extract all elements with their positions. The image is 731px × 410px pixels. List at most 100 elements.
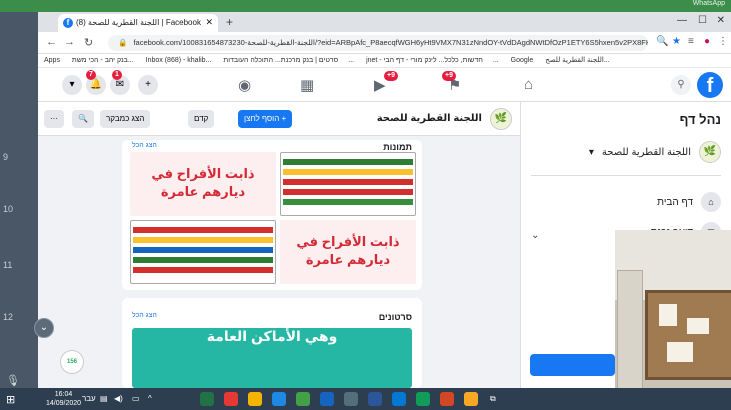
bookmark-item[interactable]: בנק יהב - הכי משת... (72, 57, 134, 64)
file-explorer-icon[interactable] (464, 392, 478, 406)
network-icon[interactable]: ▤ (100, 394, 108, 403)
powerpoint-icon[interactable] (440, 392, 454, 406)
camera-icon[interactable] (344, 392, 358, 406)
ruler-mark: 9 (3, 152, 9, 162)
page-selector[interactable]: 🌿 اللجنة القطرية للصحة ▾ (521, 141, 731, 163)
account-menu-button[interactable]: ▾ (62, 75, 82, 95)
language-indicator[interactable]: עבר (82, 394, 96, 403)
bookmark-star-icon[interactable]: ★ (672, 36, 681, 47)
chevron-down-icon[interactable]: ⌄ (531, 230, 539, 241)
forward-icon[interactable]: → (64, 36, 75, 48)
table-row (283, 159, 413, 165)
video-thumbnail[interactable]: وهي الأماكن العامة (132, 328, 412, 388)
photo-thumbnail[interactable]: ذابت الأفراح في ديارهم عامرة (130, 152, 276, 216)
close-tab-icon[interactable]: ✕ (205, 17, 213, 28)
photos-see-all-link[interactable]: הצג הכל (132, 142, 157, 149)
bookmarks-bar: Apps בנק יהב - הכי משת... Inbox (868) - … (38, 54, 731, 68)
add-button[interactable]: + הוסף לחצן (238, 110, 293, 128)
photos-card-title: תמונות (383, 142, 412, 152)
tab-bar: f (8) اللجنة القطرية للصحة | Facebook ✕ … (38, 12, 731, 32)
gaming-icon[interactable]: ◉ (238, 76, 251, 94)
tray-expand-icon[interactable]: ^ (148, 394, 152, 403)
video-caption: وهي الأماكن العامة (206, 328, 338, 344)
photo-caption-line: ديارهم عامرة (160, 184, 246, 199)
facebook-top-nav: ▾ 🔔 7 ✉ 1 + ◉ ▦ ▶ +9 ⚑ +9 ⌂ ⚲ f (38, 68, 731, 102)
table-row (133, 267, 273, 273)
app-icon[interactable] (224, 392, 238, 406)
app-icon[interactable] (320, 392, 334, 406)
word-icon[interactable] (368, 392, 382, 406)
webcam-overlay (615, 230, 731, 410)
mail-icon[interactable] (392, 392, 406, 406)
search-page-button[interactable]: 🔍 (72, 110, 94, 128)
photo-caption-line: ذابت الأفراح في (296, 234, 400, 249)
marketplace-icon[interactable]: ▦ (300, 76, 314, 94)
page-avatar: 🌿 (699, 141, 721, 163)
avatar[interactable]: 156 (60, 350, 84, 374)
url-field[interactable]: 🔒 facebook.com/100831654873230-اللجنة-ال… (108, 35, 648, 51)
create-button[interactable]: + (138, 75, 158, 95)
sidebar-item-label: דף הבית (657, 196, 693, 208)
close-window-icon[interactable]: ✕ (717, 15, 725, 26)
webcam-paper (659, 304, 677, 326)
photo-thumbnail[interactable]: ذابت الأفراح في ديارهم عامرة (280, 220, 416, 284)
microphone-icon[interactable]: 🎙 (6, 374, 20, 387)
webcam-paper (687, 318, 709, 334)
taskbar-clock[interactable]: 16:04 14/09/2020 (46, 390, 81, 408)
table-row (283, 179, 413, 185)
photos-card: תמונות הצג הכל ذابت الأفراح في ديارهم عا… (122, 140, 422, 290)
menu-dots-icon[interactable]: ⋮ (718, 36, 728, 47)
minimize-icon[interactable]: — (677, 15, 687, 26)
facebook-logo-icon[interactable]: f (697, 72, 723, 98)
ruler-mark: 12 (3, 312, 14, 322)
playlist-icon[interactable]: ≡ (688, 36, 694, 47)
bookmark-item[interactable]: اللجنة القطرية للصح... (545, 57, 609, 64)
zoom-icon[interactable]: 🔍 (656, 36, 668, 47)
bookmark-item[interactable]: Apps (44, 57, 60, 64)
home-icon[interactable]: ⌂ (524, 76, 533, 93)
home-icon: ⌂ (701, 192, 721, 212)
photo-thumbnail[interactable] (130, 220, 276, 284)
videos-see-all-link[interactable]: הצג הכל (132, 312, 157, 319)
search-icon[interactable]: ⚲ (671, 75, 691, 95)
excel-icon[interactable] (200, 392, 214, 406)
chrome-icon[interactable] (248, 392, 262, 406)
facebook-favicon-icon: f (63, 18, 73, 28)
sidebar-item-home[interactable]: ⌂ דף הבית (521, 192, 731, 212)
edge-icon[interactable] (416, 392, 430, 406)
page-title[interactable]: اللجنة القطرية للصحة (377, 113, 482, 124)
primary-action-button[interactable] (530, 354, 615, 376)
page-feed: תמונות הצג הכל ذابت الأفراح في ديارهم عا… (38, 136, 520, 388)
taskbar-date: 14/09/2020 (46, 400, 82, 407)
profile-icon[interactable]: ● (704, 36, 710, 47)
maximize-icon[interactable]: ☐ (698, 15, 707, 26)
divider (531, 175, 721, 176)
battery-icon[interactable]: ▭ (132, 394, 140, 403)
lock-icon: 🔒 (118, 38, 128, 47)
promote-button[interactable]: קדם (188, 110, 215, 128)
app-icon[interactable] (272, 392, 286, 406)
table-row (133, 237, 273, 243)
view-as-visitor-button[interactable]: הצג כמבקר (100, 110, 151, 128)
ruler-mark: 11 (3, 260, 13, 270)
more-options-button[interactable]: ··· (44, 110, 64, 128)
browser-tab[interactable]: f (8) اللجنة القطرية للصحة | Facebook ✕ (58, 14, 218, 32)
app-icon[interactable] (296, 392, 310, 406)
windows-start-icon[interactable]: ⊞ (6, 393, 15, 406)
taskbar: ⊞ 16:04 14/09/2020 עבר ▤ ◀) ▭ ^ ⧉ (0, 388, 731, 410)
page-avatar[interactable]: 🌿 (490, 108, 512, 130)
new-tab-button[interactable]: + (226, 15, 233, 29)
bookmark-item[interactable]: Inbox (868) - khalib... (146, 57, 212, 64)
collapse-button[interactable]: ⌄ (34, 318, 54, 338)
photo-thumbnail[interactable] (280, 152, 416, 216)
table-row (283, 169, 413, 175)
watch-badge: +9 (384, 71, 398, 81)
reload-icon[interactable]: ↻ (84, 36, 93, 49)
bookmark-item[interactable]: Google (511, 57, 534, 64)
ruler-mark: 10 (3, 204, 14, 214)
volume-icon[interactable]: ◀) (114, 394, 123, 403)
back-icon[interactable]: ← (46, 36, 57, 48)
bookmark-item[interactable]: סרטים | בנק מרכנת... (275, 57, 338, 64)
groups-badge: +9 (442, 71, 456, 81)
task-view-icon[interactable]: ⧉ (490, 394, 496, 404)
